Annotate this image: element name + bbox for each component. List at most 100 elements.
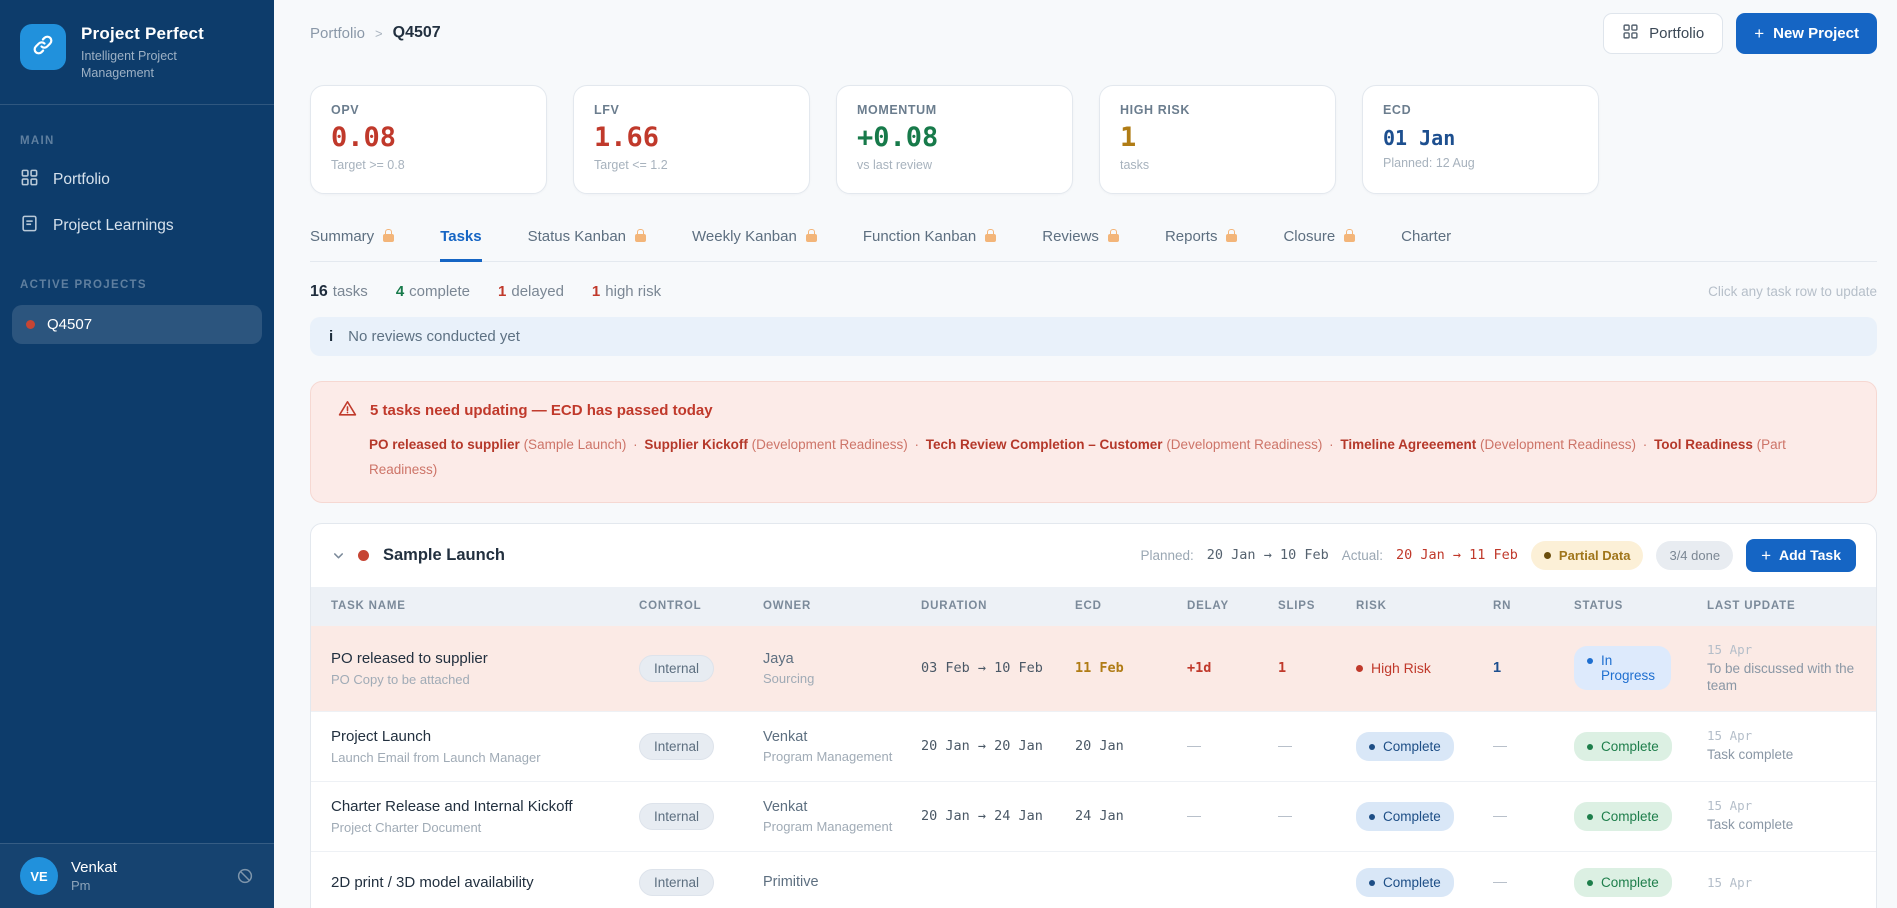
partial-data-badge: Partial Data bbox=[1530, 540, 1644, 570]
tab-reports[interactable]: Reports bbox=[1165, 228, 1238, 262]
sidebar-project-q4507[interactable]: Q4507 bbox=[12, 304, 262, 344]
user-role: Pm bbox=[71, 878, 91, 893]
warning-task-context: (Development Readiness) bbox=[1162, 437, 1327, 452]
kpi-sub: vs last review bbox=[857, 158, 933, 172]
col-control: CONTROL bbox=[627, 586, 751, 626]
link-icon bbox=[31, 33, 55, 62]
col-ecd: ECD bbox=[1063, 586, 1175, 626]
tab-status-kanban[interactable]: Status Kanban bbox=[528, 228, 647, 262]
owner-dept: Sourcing bbox=[763, 670, 815, 686]
chevron-down-icon[interactable] bbox=[331, 548, 346, 563]
tab-label: Closure bbox=[1283, 228, 1336, 245]
last-update-date: 15 Apr bbox=[1707, 798, 1753, 814]
kpi-label: MOMENTUM bbox=[857, 103, 937, 117]
task-name: Charter Release and Internal Kickoff bbox=[331, 797, 573, 815]
sidebar-item-portfolio[interactable]: Portfolio bbox=[0, 157, 274, 203]
tab-charter[interactable]: Charter bbox=[1401, 228, 1451, 262]
tab-label: Reviews bbox=[1042, 228, 1099, 245]
grid-icon bbox=[20, 168, 39, 192]
delay: — bbox=[1187, 737, 1201, 754]
warning-task-context: (Development Readiness) bbox=[747, 437, 912, 452]
tab-label: Summary bbox=[310, 228, 375, 245]
kpi-label: ECD bbox=[1383, 103, 1412, 117]
kpi-label: LFV bbox=[594, 103, 620, 117]
duration: 20 Jan → 20 Jan bbox=[921, 738, 1043, 755]
risk-badge: High Risk bbox=[1356, 660, 1469, 676]
tab-tasks[interactable]: Tasks bbox=[440, 228, 482, 262]
col-risk: RISK bbox=[1344, 586, 1481, 626]
col-duration: DURATION bbox=[909, 586, 1063, 626]
tab-bar: Summary Tasks Status Kanban Weekly Kanba… bbox=[310, 228, 1877, 262]
kpi-row: OPV 0.08 Target >= 0.8 LFV 1.66 Target <… bbox=[310, 85, 1877, 194]
user-name: Venkat bbox=[71, 859, 117, 876]
group-name: Sample Launch bbox=[383, 545, 505, 564]
stat-value: 16 bbox=[310, 283, 328, 300]
last-update-date: 15 Apr bbox=[1707, 874, 1753, 890]
lock-icon bbox=[1107, 229, 1119, 242]
warning-task-name: Supplier Kickoff bbox=[644, 437, 748, 452]
stat-label: tasks bbox=[332, 283, 368, 300]
table-header-row: TASK NAME CONTROL OWNER DURATION ECD DEL… bbox=[311, 586, 1876, 626]
table-row[interactable]: PO released to supplier PO Copy to be at… bbox=[311, 624, 1876, 712]
task-subtitle: PO Copy to be attached bbox=[331, 671, 470, 687]
breadcrumb-portfolio[interactable]: Portfolio bbox=[310, 25, 365, 42]
tab-closure[interactable]: Closure bbox=[1283, 228, 1356, 262]
delay: — bbox=[1187, 807, 1201, 824]
tab-summary[interactable]: Summary bbox=[310, 228, 395, 262]
new-project-button[interactable]: + New Project bbox=[1736, 12, 1877, 54]
kpi-sub: Target >= 0.8 bbox=[331, 158, 405, 172]
warning-task-name: Tech Review Completion – Customer bbox=[925, 437, 1163, 452]
stat-value: 1 bbox=[498, 283, 507, 300]
warning-task-name: Tool Readiness bbox=[1654, 437, 1753, 452]
actual-label: Actual: bbox=[1341, 547, 1383, 563]
ecd: 20 Jan bbox=[1075, 738, 1124, 755]
tab-label: Reports bbox=[1164, 228, 1218, 245]
tab-function-kanban[interactable]: Function Kanban bbox=[863, 228, 997, 262]
warning-separator: · bbox=[914, 437, 919, 452]
stat-tasks: 16 tasks bbox=[310, 283, 368, 301]
topbar: Portfolio > Q4507 Portfolio + New Projec… bbox=[310, 0, 1877, 54]
tab-weekly-kanban[interactable]: Weekly Kanban bbox=[692, 228, 817, 262]
owner-name: Venkat bbox=[763, 728, 808, 745]
col-rn: RN bbox=[1481, 586, 1562, 626]
planned-value: 20 Jan → 10 Feb bbox=[1206, 547, 1329, 564]
control-badge: Internal bbox=[639, 868, 715, 896]
stats-row: 16 tasks 4 complete 1 delayed 1 high risk Cl… bbox=[310, 283, 1877, 301]
last-update-note: To be discussed with the team bbox=[1707, 660, 1855, 693]
task-name: 2D print / 3D model availability bbox=[331, 873, 534, 891]
kpi-sub: Target <= 1.2 bbox=[594, 158, 668, 172]
sidebar-item-project-learnings[interactable]: Project Learnings bbox=[0, 203, 274, 249]
breadcrumb-separator: > bbox=[375, 25, 383, 41]
table-row[interactable]: Charter Release and Internal Kickoff Pro… bbox=[311, 780, 1876, 852]
kpi-card-momentum: MOMENTUM +0.08 vs last review bbox=[836, 85, 1073, 194]
add-task-button[interactable]: + Add Task bbox=[1746, 538, 1856, 572]
sidebar-item-label: Project Learnings bbox=[53, 216, 174, 234]
signout-icon[interactable] bbox=[236, 867, 254, 885]
task-subtitle: Project Charter Document bbox=[331, 819, 482, 835]
warning-task-name: PO released to supplier bbox=[369, 437, 520, 452]
sidebar-item-label: Portfolio bbox=[53, 170, 110, 188]
kpi-sub: tasks bbox=[1120, 158, 1150, 172]
kpi-label: OPV bbox=[331, 103, 360, 117]
tab-label: Tasks bbox=[440, 228, 482, 245]
kpi-card-opv: OPV 0.08 Target >= 0.8 bbox=[310, 85, 547, 194]
portfolio-button[interactable]: Portfolio bbox=[1603, 12, 1724, 54]
lock-icon bbox=[1344, 229, 1356, 242]
duration: 20 Jan → 24 Jan bbox=[921, 808, 1043, 825]
tab-reviews[interactable]: Reviews bbox=[1042, 228, 1119, 262]
project-status-dot bbox=[26, 319, 35, 329]
last-update-date: 15 Apr bbox=[1707, 641, 1753, 657]
col-owner: OWNER bbox=[751, 586, 909, 626]
table-row[interactable]: Project Launch Launch Email from Launch … bbox=[311, 710, 1876, 782]
main-content: Portfolio > Q4507 Portfolio + New Projec… bbox=[274, 0, 1897, 908]
app-logo bbox=[20, 24, 66, 70]
last-update-date: 15 Apr bbox=[1707, 728, 1753, 744]
table-row[interactable]: 2D print / 3D model availability Interna… bbox=[311, 850, 1876, 908]
risk-badge: Complete bbox=[1356, 801, 1454, 831]
info-banner: i No reviews conducted yet bbox=[310, 317, 1877, 356]
rn: — bbox=[1493, 873, 1507, 890]
sidebar-user[interactable]: VE Venkat Pm bbox=[0, 843, 274, 908]
owner-dept: Program Management bbox=[763, 818, 893, 834]
control-badge: Internal bbox=[639, 802, 715, 830]
control-badge: Internal bbox=[639, 654, 715, 682]
